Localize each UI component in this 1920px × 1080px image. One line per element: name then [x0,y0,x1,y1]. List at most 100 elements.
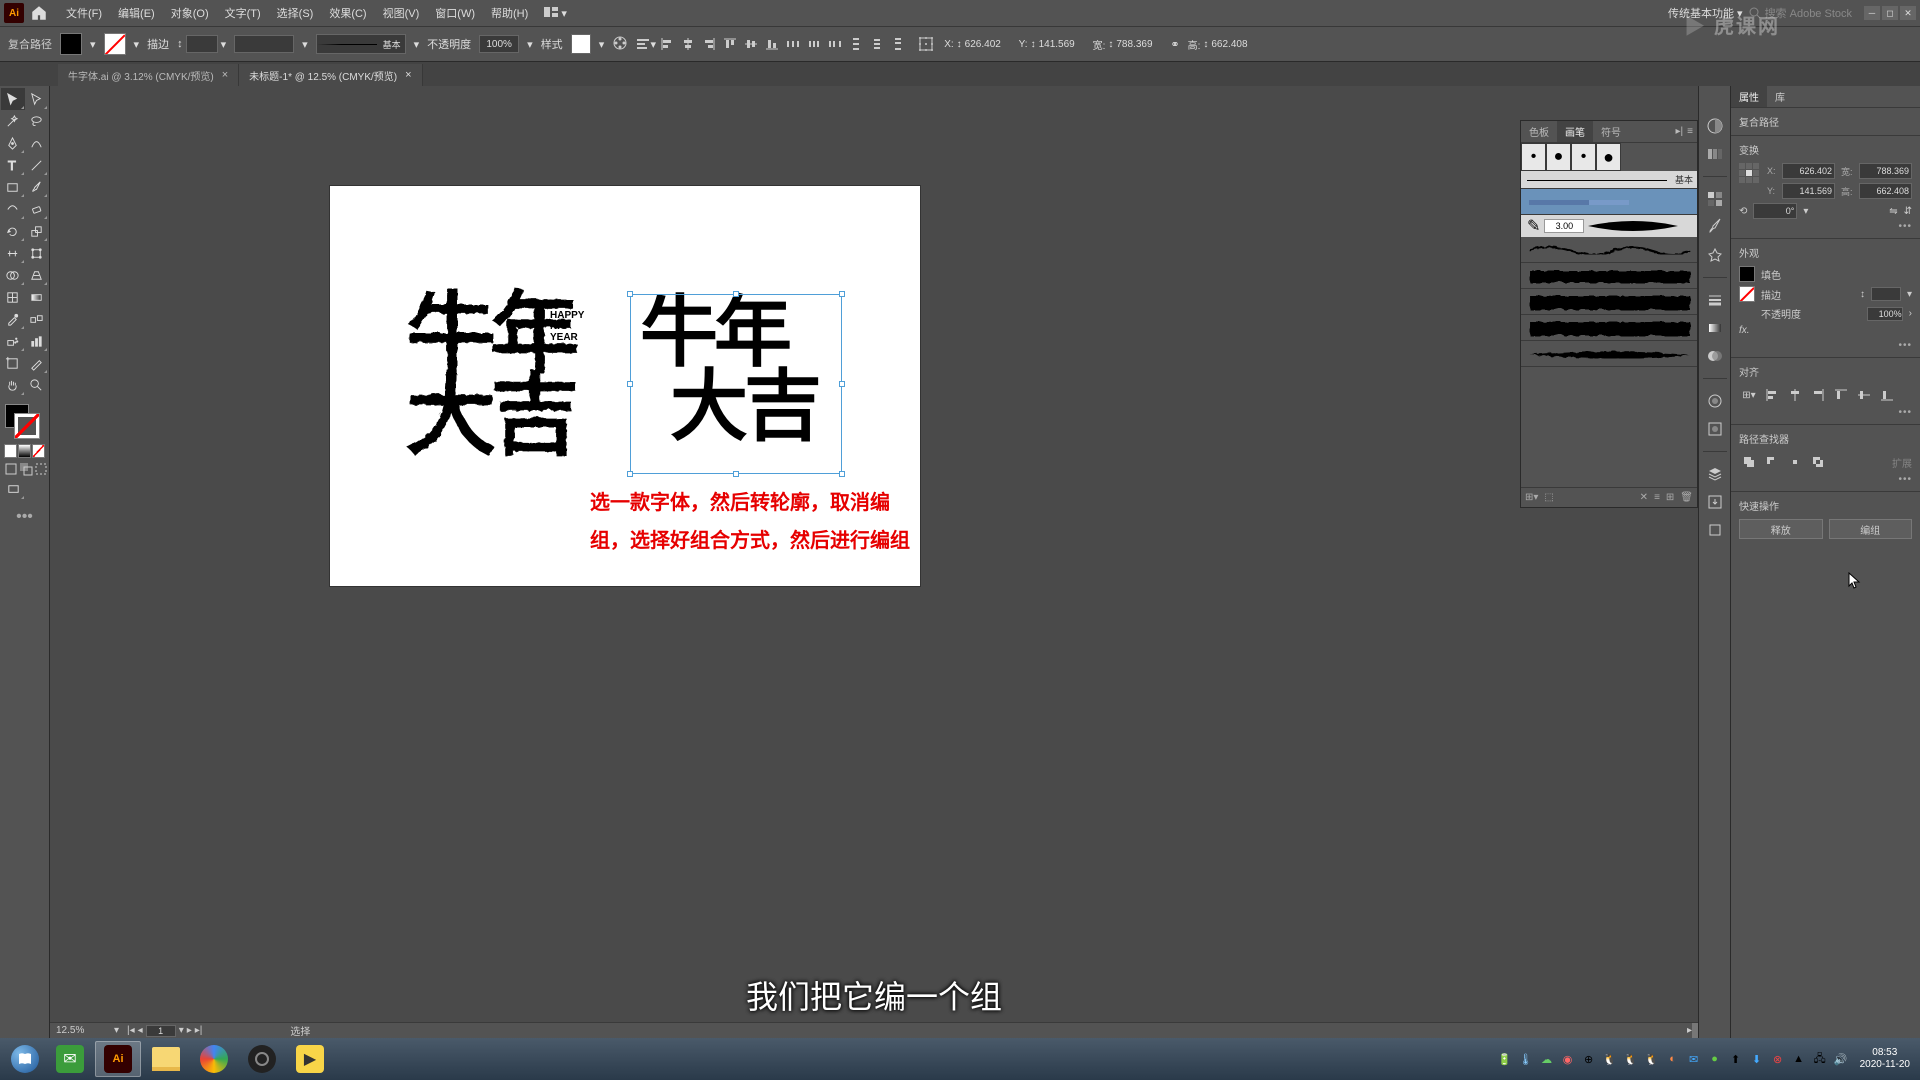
stroke-panel-icon[interactable] [1705,290,1725,310]
align-right-icon[interactable] [1808,385,1828,405]
tray-icon[interactable]: ◉ [1560,1051,1576,1067]
pathfinder-minus-icon[interactable] [1762,452,1782,472]
canvas[interactable]: 牛年 大吉 HAPPYNIUYEAR 牛年 大吉 选一款字体，然后转轮廓，取消编… [50,86,1698,1038]
group-button[interactable]: 编组 [1829,519,1913,539]
symbols-icon[interactable] [1705,245,1725,265]
blend-tool[interactable] [25,308,49,330]
release-button[interactable]: 释放 [1739,519,1823,539]
symbols-tab[interactable]: 符号 [1593,121,1629,142]
tray-icon[interactable]: 🐧 [1644,1051,1660,1067]
perspective-tool[interactable] [25,264,49,286]
reference-point[interactable] [1739,163,1759,183]
free-transform-tool[interactable] [25,242,49,264]
stroke-weight[interactable]: ↕ ▾ [177,35,226,53]
link-wh-icon[interactable]: ⚭ [1170,38,1179,51]
dist-h-icon[interactable] [783,34,803,54]
x-input[interactable] [1782,163,1835,179]
stroke-color[interactable] [1739,286,1755,302]
draw-inside-icon[interactable] [34,462,48,476]
layers-icon[interactable] [1705,464,1725,484]
minimize-button[interactable]: ─ [1864,6,1880,20]
stroke-swatch[interactable] [104,33,126,55]
search-stock[interactable]: 搜索 Adobe Stock [1749,5,1852,21]
color-guide-icon[interactable] [1705,144,1725,164]
more-options-icon[interactable]: ••• [1739,221,1912,232]
swatches-icon[interactable] [1705,189,1725,209]
brush-item[interactable] [1521,263,1697,289]
draw-behind-icon[interactable] [19,462,33,476]
h-input[interactable] [1859,183,1912,199]
taskbar-explorer[interactable] [143,1041,189,1077]
menu-file[interactable]: 文件(F) [58,5,110,21]
pen-tool[interactable] [1,132,25,154]
document-tab[interactable]: 未标题-1* @ 12.5% (CMYK/预览)× [239,64,422,86]
style-swatch[interactable] [571,34,591,54]
opacity-input[interactable] [479,35,519,53]
start-button[interactable] [4,1041,46,1077]
brush-item[interactable] [1521,341,1697,367]
dist-v3-icon[interactable] [888,34,908,54]
menu-type[interactable]: 文字(T) [217,5,269,21]
tray-icon[interactable]: ⬇ [1749,1051,1765,1067]
asset-export-icon[interactable] [1705,492,1725,512]
properties-tab[interactable]: 属性 [1731,86,1767,107]
x-value[interactable]: 626.402 [965,39,1011,50]
draw-normal-icon[interactable] [4,462,18,476]
brush-size-input[interactable] [1544,219,1584,233]
remove-stroke-icon[interactable]: ✕ [1640,492,1648,503]
symbol-sprayer-tool[interactable] [1,330,25,352]
shape-builder-tool[interactable] [1,264,25,286]
menu-effect[interactable]: 效果(C) [321,5,374,21]
align-menu-icon[interactable]: ⊞▾ [1739,385,1759,405]
rectangle-tool[interactable] [1,176,25,198]
eyedropper-tool[interactable] [1,308,25,330]
vstroke-profile[interactable] [234,35,294,53]
w-input[interactable] [1859,163,1912,179]
color-panel-icon[interactable] [1705,116,1725,136]
artboards-icon[interactable] [1705,520,1725,540]
tray-icon[interactable]: ✉ [1686,1051,1702,1067]
fill-color[interactable] [1739,266,1755,282]
new-brush-icon[interactable]: ⊞ [1666,492,1674,503]
brush-swatch[interactable]: ● [1596,143,1621,171]
align-top-icon[interactable] [1831,385,1851,405]
more-options-icon[interactable]: ••• [1739,407,1912,418]
brush-item-selected[interactable] [1521,189,1697,215]
brush-item[interactable] [1521,315,1697,341]
scale-tool[interactable] [25,220,49,242]
tray-icon[interactable]: 🐧 [1623,1051,1639,1067]
brush-swatch[interactable]: • [1571,143,1596,171]
brush-options-icon[interactable]: ≡ [1654,492,1660,503]
y-value[interactable]: 141.569 [1039,39,1085,50]
selection-tool[interactable] [1,88,25,110]
tray-icon[interactable]: ⊗ [1770,1051,1786,1067]
pathfinder-unite-icon[interactable] [1739,452,1759,472]
gradient-panel-icon[interactable] [1705,318,1725,338]
brush-swatch[interactable]: • [1521,143,1546,171]
recolor-icon[interactable] [612,35,628,54]
home-icon[interactable] [30,4,48,22]
libraries-tab[interactable]: 库 [1767,86,1793,107]
flip-v-icon[interactable]: ⇵ [1904,206,1912,217]
workspace-selector[interactable]: 传统基本功能 ▾ [1668,5,1743,21]
rotate-tool[interactable] [1,220,25,242]
taskbar-clock[interactable]: 08:532020-11-20 [1860,1047,1910,1071]
taskbar-obs[interactable] [239,1041,285,1077]
lasso-tool[interactable] [25,110,49,132]
graphic-styles-icon[interactable] [1705,419,1725,439]
tray-icon[interactable]: 🔋 [1497,1051,1513,1067]
y-input[interactable] [1782,183,1835,199]
brush-item[interactable] [1521,237,1697,263]
tray-icon[interactable]: 🌡 [1518,1051,1534,1067]
menu-window[interactable]: 窗口(W) [427,5,483,21]
taskbar-app[interactable]: ✉ [47,1041,93,1077]
color-mode-icon[interactable] [4,444,17,458]
pathfinder-intersect-icon[interactable] [1785,452,1805,472]
menu-arrange-icon[interactable]: ▾ [536,7,575,20]
tray-icon[interactable]: ◐ [1665,1051,1681,1067]
hand-tool[interactable] [1,374,25,396]
panel-menu-icon[interactable]: ≡ [1687,126,1693,137]
delete-brush-icon[interactable]: 🗑 [1680,492,1693,503]
dist-v-icon[interactable] [846,34,866,54]
basic-brush[interactable]: 基本 [1521,171,1697,189]
